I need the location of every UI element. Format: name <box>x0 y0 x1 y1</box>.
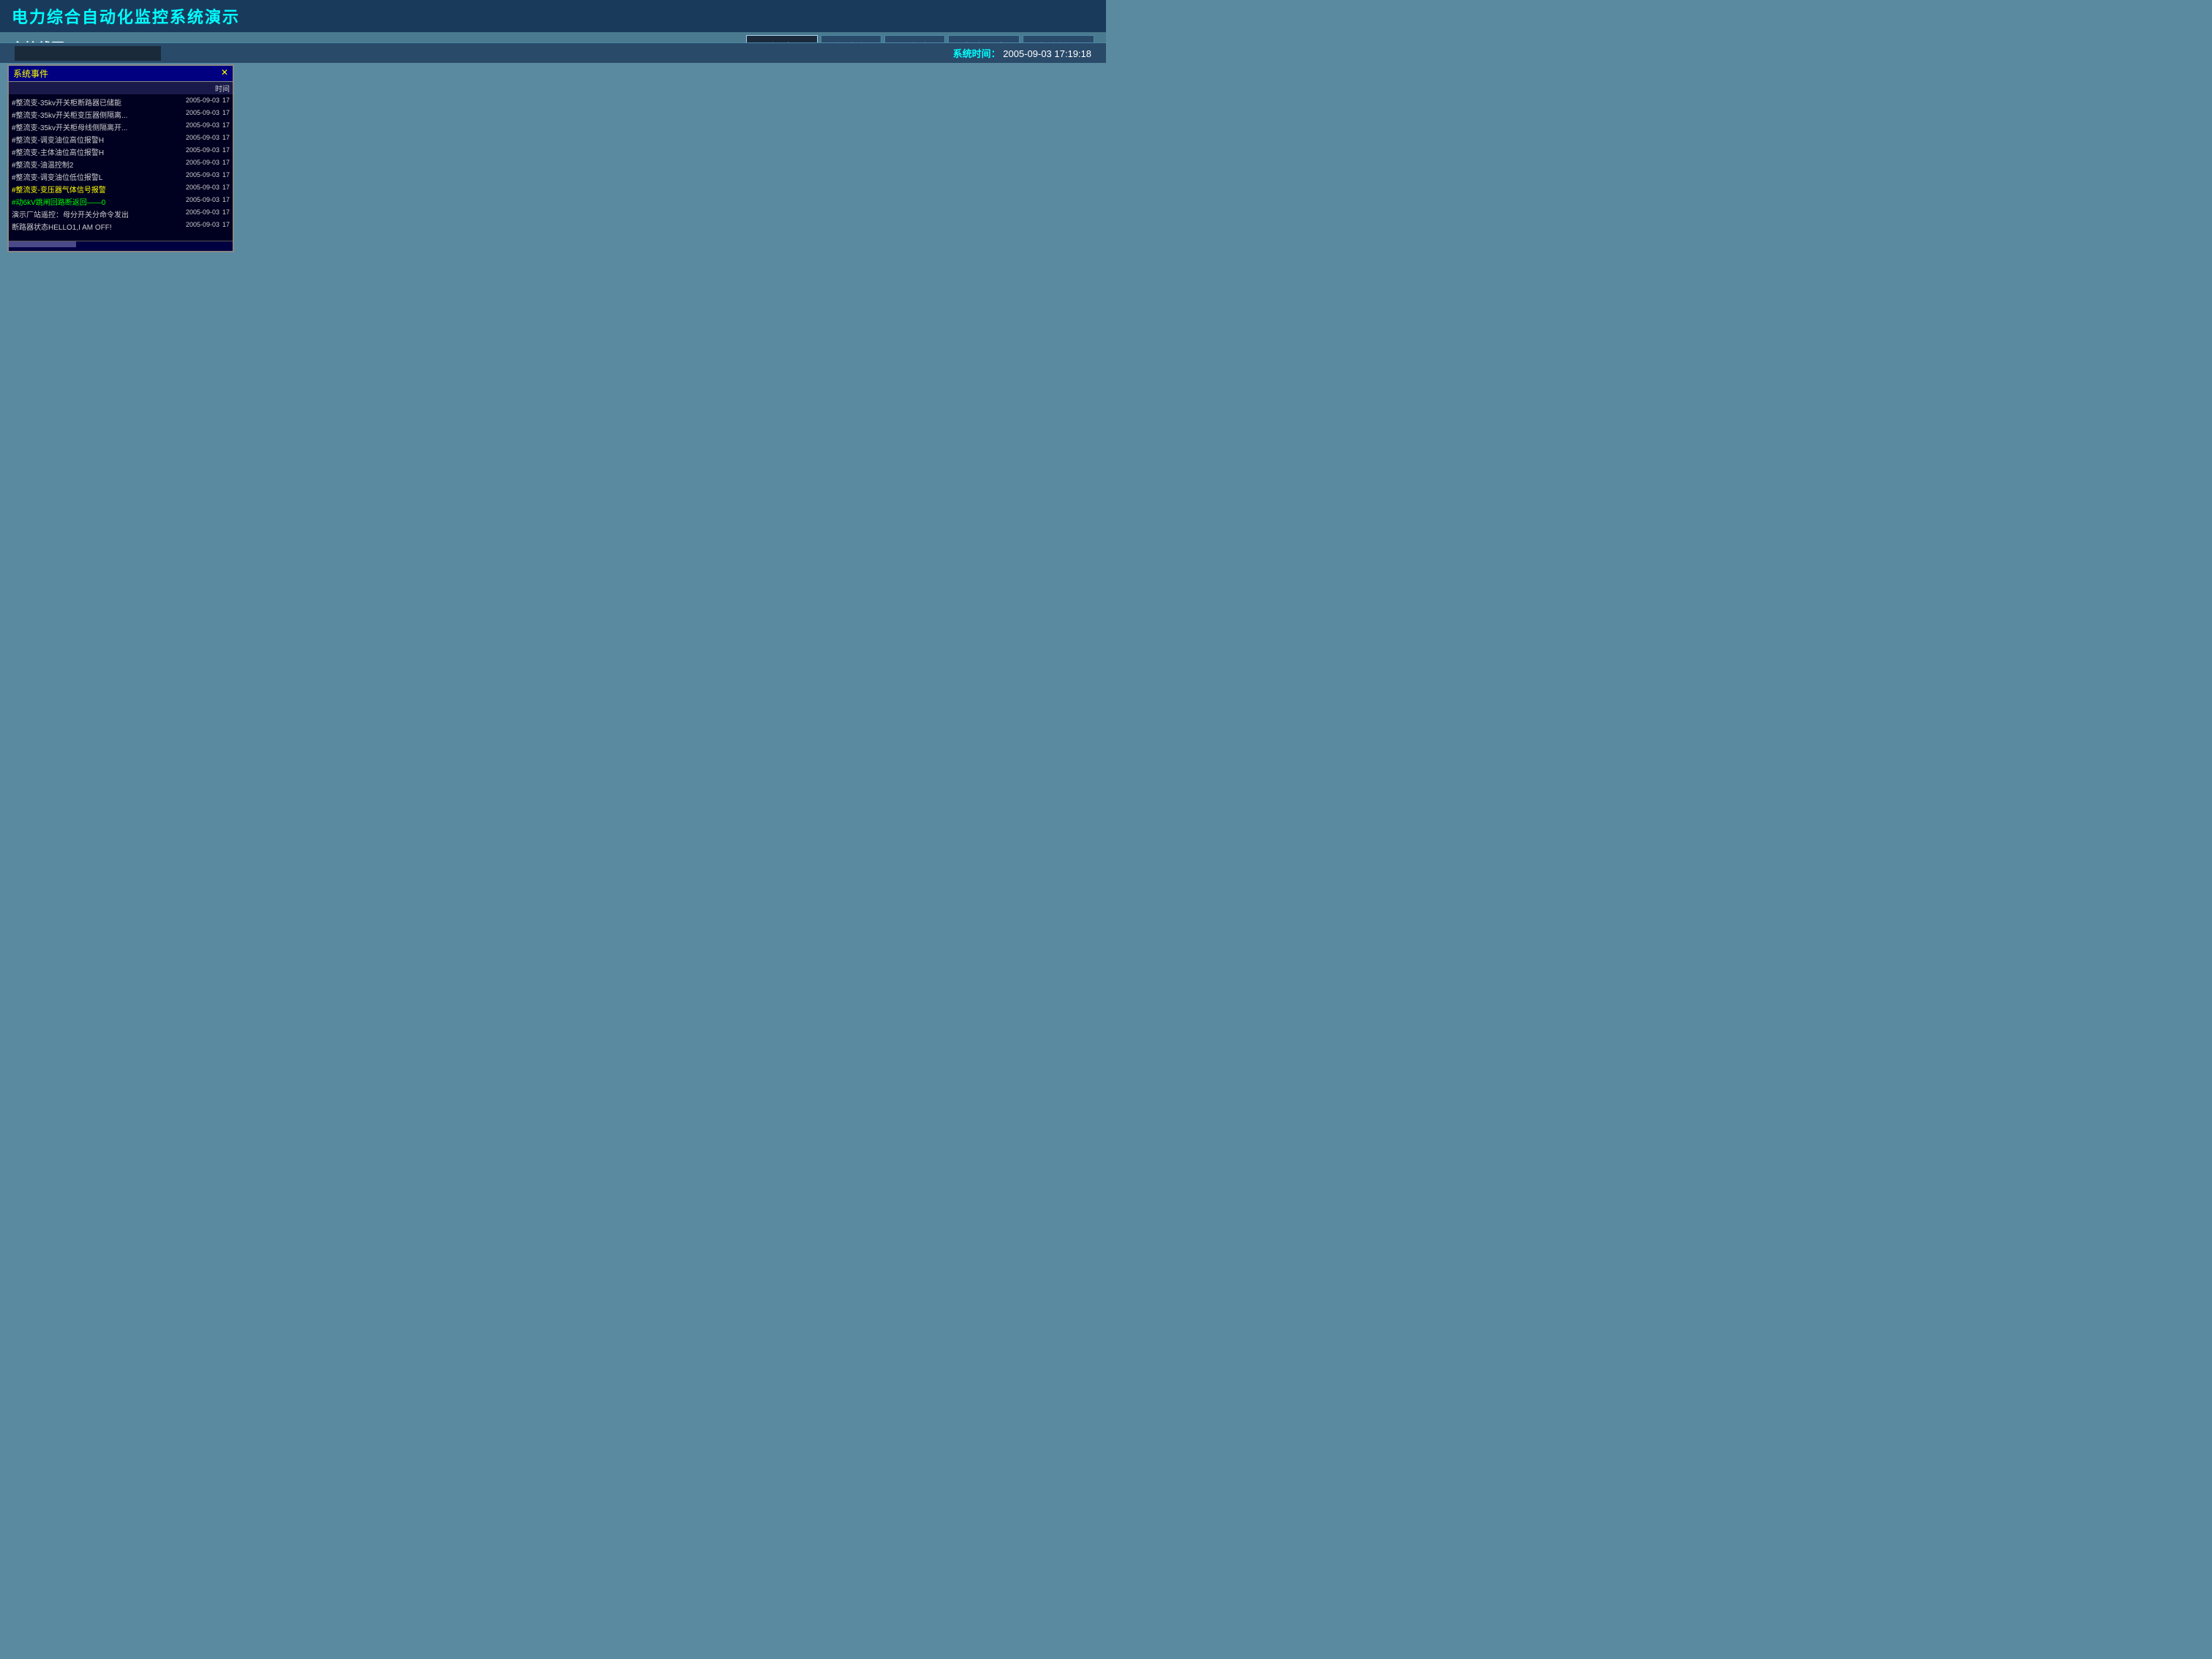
event-row-8: #动6kV跳闸回路断返回——0 2005-09-03 17 <box>10 195 231 208</box>
status-bar: 系统时间： 2005-09-03 17:19:18 <box>0 42 1106 63</box>
event-row-4: #整流变-主体油位高位报警H 2005-09-03 17 <box>10 146 231 158</box>
status-left-box <box>15 46 161 61</box>
event-row-7: #整流变-变压器气体信号报警 2005-09-03 17 <box>10 183 231 195</box>
close-icon[interactable]: ✕ <box>221 67 228 80</box>
app-container: 电力综合自动化监控系统演示 主接线图 主接线图 整流变 动力变 直流曲线 直流棒… <box>0 0 1106 63</box>
events-time-col: 时间 <box>215 86 230 94</box>
events-title: 系统事件 <box>13 67 48 80</box>
system-events-window: 系统事件 ✕ 时间 #整流变-35kv开关柜断路器已储能 2005-09-03 … <box>7 64 234 252</box>
status-time-value: 2005-09-03 17:19:18 <box>1003 48 1091 59</box>
event-row-3: #整流变-调变油位高位报警H 2005-09-03 17 <box>10 133 231 146</box>
events-body[interactable]: #整流变-35kv开关柜断路器已储能 2005-09-03 17 #整流变-35… <box>9 94 233 241</box>
event-row-1: #整流变-35kv开关柜变压器侧隔离... 2005-09-03 17 <box>10 108 231 121</box>
event-row-2: #整流变-35kv开关柜母线侧隔离开... 2005-09-03 17 <box>10 121 231 133</box>
status-time: 系统时间： 2005-09-03 17:19:18 <box>953 46 1091 60</box>
event-row-9: 演示厂站遥控：母分开关分命令发出 2005-09-03 17 <box>10 208 231 220</box>
status-time-label: 系统时间： <box>953 48 1001 59</box>
event-row-5: #整流变-油温控制2 2005-09-03 17 <box>10 158 231 170</box>
app-title: 电力综合自动化监控系统演示 <box>0 0 1106 32</box>
event-row-6: #整流变-调变油位低位报警L 2005-09-03 17 <box>10 170 231 183</box>
title-text: 电力综合自动化监控系统演示 <box>12 8 240 26</box>
event-row-10: 断路器状态HELLO1,I AM OFF! 2005-09-03 17 <box>10 220 231 233</box>
events-footer <box>9 241 233 251</box>
events-title-bar: 系统事件 ✕ <box>9 66 233 82</box>
event-row-0: #整流变-35kv开关柜断路器已储能 2005-09-03 17 <box>10 96 231 108</box>
events-header: 时间 <box>9 82 233 94</box>
